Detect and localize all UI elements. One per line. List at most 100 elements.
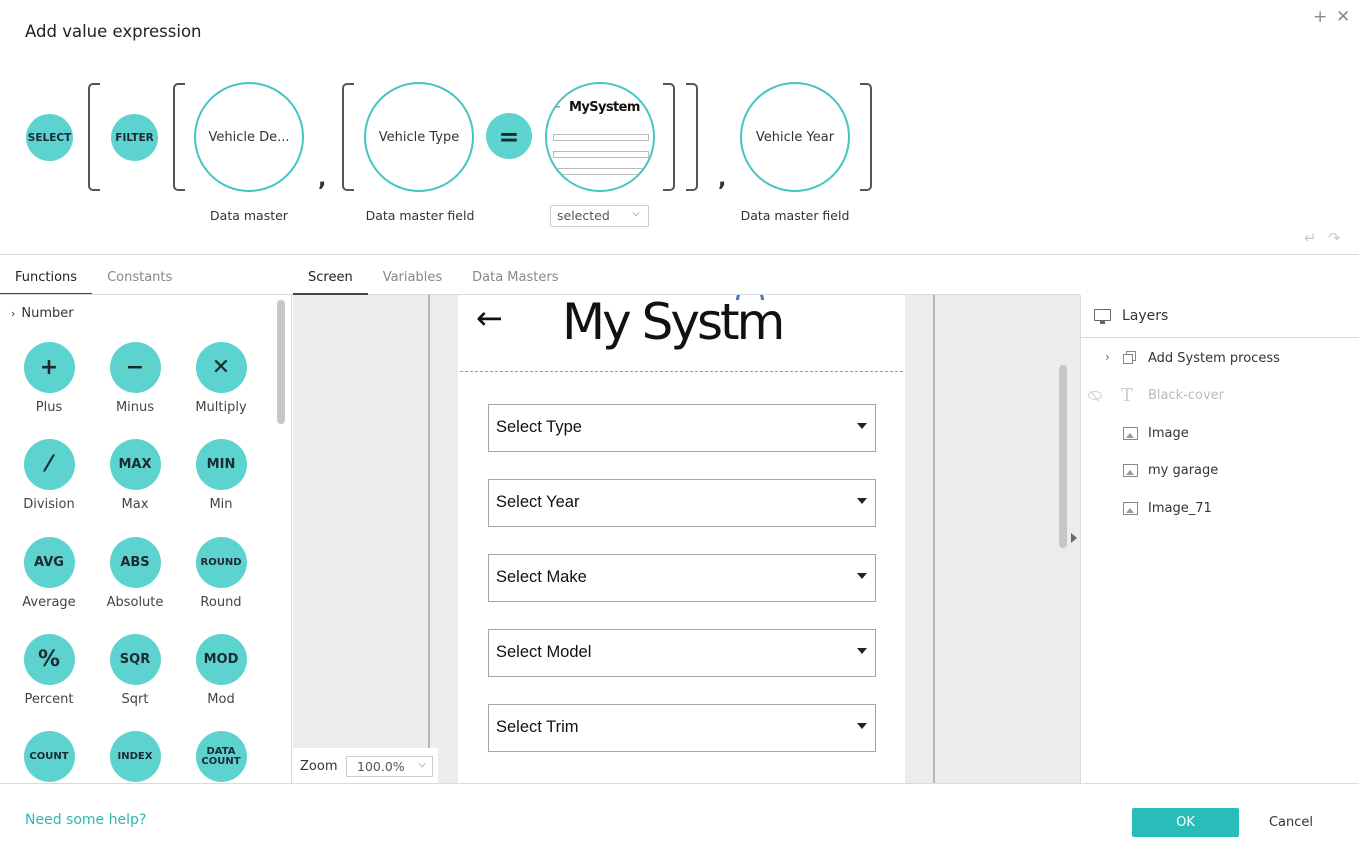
data-count-icon: DATA COUNT	[195, 731, 247, 782]
chevron-down-icon: ⌵	[418, 759, 426, 770]
function-round[interactable]: ROUND Round	[178, 537, 264, 610]
redo-icon[interactable]: ↷	[1328, 229, 1341, 247]
function-sqrt[interactable]: SQR Sqrt	[92, 634, 178, 707]
header-divider	[460, 371, 903, 372]
layer-item-image[interactable]: Image	[1081, 422, 1359, 446]
image-icon	[1123, 502, 1138, 515]
app-logo-text: My Systm	[562, 295, 785, 351]
back-arrow-icon[interactable]: ←	[476, 299, 503, 337]
dropdown-label: Select Make	[496, 568, 587, 586]
open-bracket	[173, 83, 185, 191]
minus-icon: −	[109, 342, 161, 393]
data-master-field-slot[interactable]: Vehicle Type	[364, 82, 474, 192]
function-count[interactable]: COUNT	[6, 731, 92, 783]
equals-operator[interactable]: =	[486, 113, 532, 159]
tab-constants[interactable]: Constants	[92, 265, 187, 295]
device-frame-edge	[933, 295, 935, 783]
avg-icon: AVG	[23, 537, 75, 588]
function-min[interactable]: MIN Min	[178, 439, 264, 512]
function-data-count[interactable]: DATA COUNT	[178, 731, 264, 783]
chevron-right-icon[interactable]: ›	[1105, 350, 1110, 364]
image-icon	[1123, 427, 1138, 440]
zoom-value: 100.0%	[357, 759, 405, 774]
center-tabs: Screen Variables Data Masters	[293, 265, 573, 295]
thumb-logo: MySystem	[569, 100, 640, 115]
thumb-dropdown	[553, 151, 649, 158]
cancel-button[interactable]: Cancel	[1244, 808, 1338, 837]
count-icon: COUNT	[23, 731, 75, 782]
function-label: Average	[22, 595, 76, 610]
layers-panel: Layers › Add System process T Black-cove…	[1080, 295, 1359, 783]
function-percent[interactable]: % Percent	[6, 634, 92, 707]
function-plus[interactable]: + Plus	[6, 342, 92, 415]
data-master-field-slot-2[interactable]: Vehicle Year	[740, 82, 850, 192]
dialog-title: Add value expression	[25, 22, 202, 41]
data-master-value: Vehicle De...	[208, 129, 290, 145]
undo-icon[interactable]: ↵	[1304, 229, 1317, 247]
function-max[interactable]: MAX Max	[92, 439, 178, 512]
function-mod[interactable]: MOD Mod	[178, 634, 264, 707]
function-label: Min	[209, 497, 233, 512]
data-master-caption: Data master	[210, 208, 288, 223]
collapse-layers-icon[interactable]	[1071, 533, 1077, 543]
tab-data-masters[interactable]: Data Masters	[457, 265, 573, 295]
tab-screen[interactable]: Screen	[293, 265, 368, 295]
abs-icon: ABS	[109, 537, 161, 588]
layer-item-image-71[interactable]: Image_71	[1081, 497, 1359, 521]
sqrt-icon: SQR	[109, 634, 161, 685]
function-label: Percent	[24, 692, 74, 707]
layer-label: Add System process	[1148, 351, 1280, 366]
tab-variables[interactable]: Variables	[368, 265, 457, 295]
image-icon	[1123, 464, 1138, 477]
function-label: Minus	[115, 400, 155, 415]
help-link[interactable]: Need some help?	[25, 812, 146, 828]
select-make-dropdown[interactable]: Select Make	[488, 554, 876, 602]
function-division[interactable]: ⁄ Division	[6, 439, 92, 512]
screen-element-slot[interactable]: ← MySystem	[545, 82, 655, 192]
text-layer-icon: T	[1121, 385, 1134, 406]
field1-caption: Data master field	[365, 208, 475, 223]
function-multiply[interactable]: ✕ Multiply	[178, 342, 264, 415]
function-absolute[interactable]: ABS Absolute	[92, 537, 178, 610]
functions-scrollbar[interactable]	[277, 300, 285, 424]
division-icon: ⁄	[23, 439, 75, 490]
close-icon[interactable]: ✕	[1336, 9, 1350, 26]
ok-button[interactable]: OK	[1132, 808, 1239, 837]
dropdown-label: Select Year	[496, 493, 580, 511]
caret-down-icon	[857, 723, 867, 729]
function-label: Max	[121, 497, 149, 512]
select-type-dropdown[interactable]: Select Type	[488, 404, 876, 452]
function-average[interactable]: AVG Average	[6, 537, 92, 610]
open-bracket	[342, 83, 354, 191]
data-master-slot[interactable]: Vehicle De...	[194, 82, 304, 192]
app-logo: My Systm	[562, 295, 785, 351]
close-bracket	[686, 83, 698, 191]
layer-item-my-garage[interactable]: my garage	[1081, 459, 1359, 483]
zoom-label: Zoom	[300, 759, 338, 774]
chevron-down-icon: ⌵	[632, 208, 640, 219]
comparison-select[interactable]: selected ⌵	[550, 205, 649, 227]
layer-item-black-cover[interactable]: T Black-cover	[1081, 384, 1359, 408]
canvas-scrollbar[interactable]	[1059, 365, 1067, 548]
comma: ,	[718, 167, 727, 192]
zoom-control: Zoom 100.0% ⌵	[293, 748, 438, 783]
function-index[interactable]: INDEX	[92, 731, 178, 783]
select-trim-dropdown[interactable]: Select Trim	[488, 704, 876, 752]
number-section-label: Number	[21, 306, 74, 321]
number-section-header[interactable]: › Number	[11, 306, 74, 321]
layers-header: Layers	[1081, 295, 1359, 338]
tab-functions[interactable]: Functions	[0, 265, 93, 295]
select-year-dropdown[interactable]: Select Year	[488, 479, 876, 527]
function-label: Absolute	[106, 595, 164, 610]
function-minus[interactable]: − Minus	[92, 342, 178, 415]
zoom-select[interactable]: 100.0% ⌵	[346, 756, 433, 777]
thumb-dropdown	[553, 168, 649, 175]
thumb-dropdown	[553, 134, 649, 141]
select-model-dropdown[interactable]: Select Model	[488, 629, 876, 677]
layer-item-add-system-process[interactable]: › Add System process	[1081, 347, 1359, 371]
maximize-icon[interactable]: +	[1313, 9, 1327, 26]
select-token[interactable]: SELECT	[26, 114, 73, 161]
eye-hidden-icon[interactable]	[1088, 391, 1102, 400]
filter-token[interactable]: FILTER	[111, 114, 158, 161]
layer-label: Black-cover	[1148, 388, 1225, 403]
